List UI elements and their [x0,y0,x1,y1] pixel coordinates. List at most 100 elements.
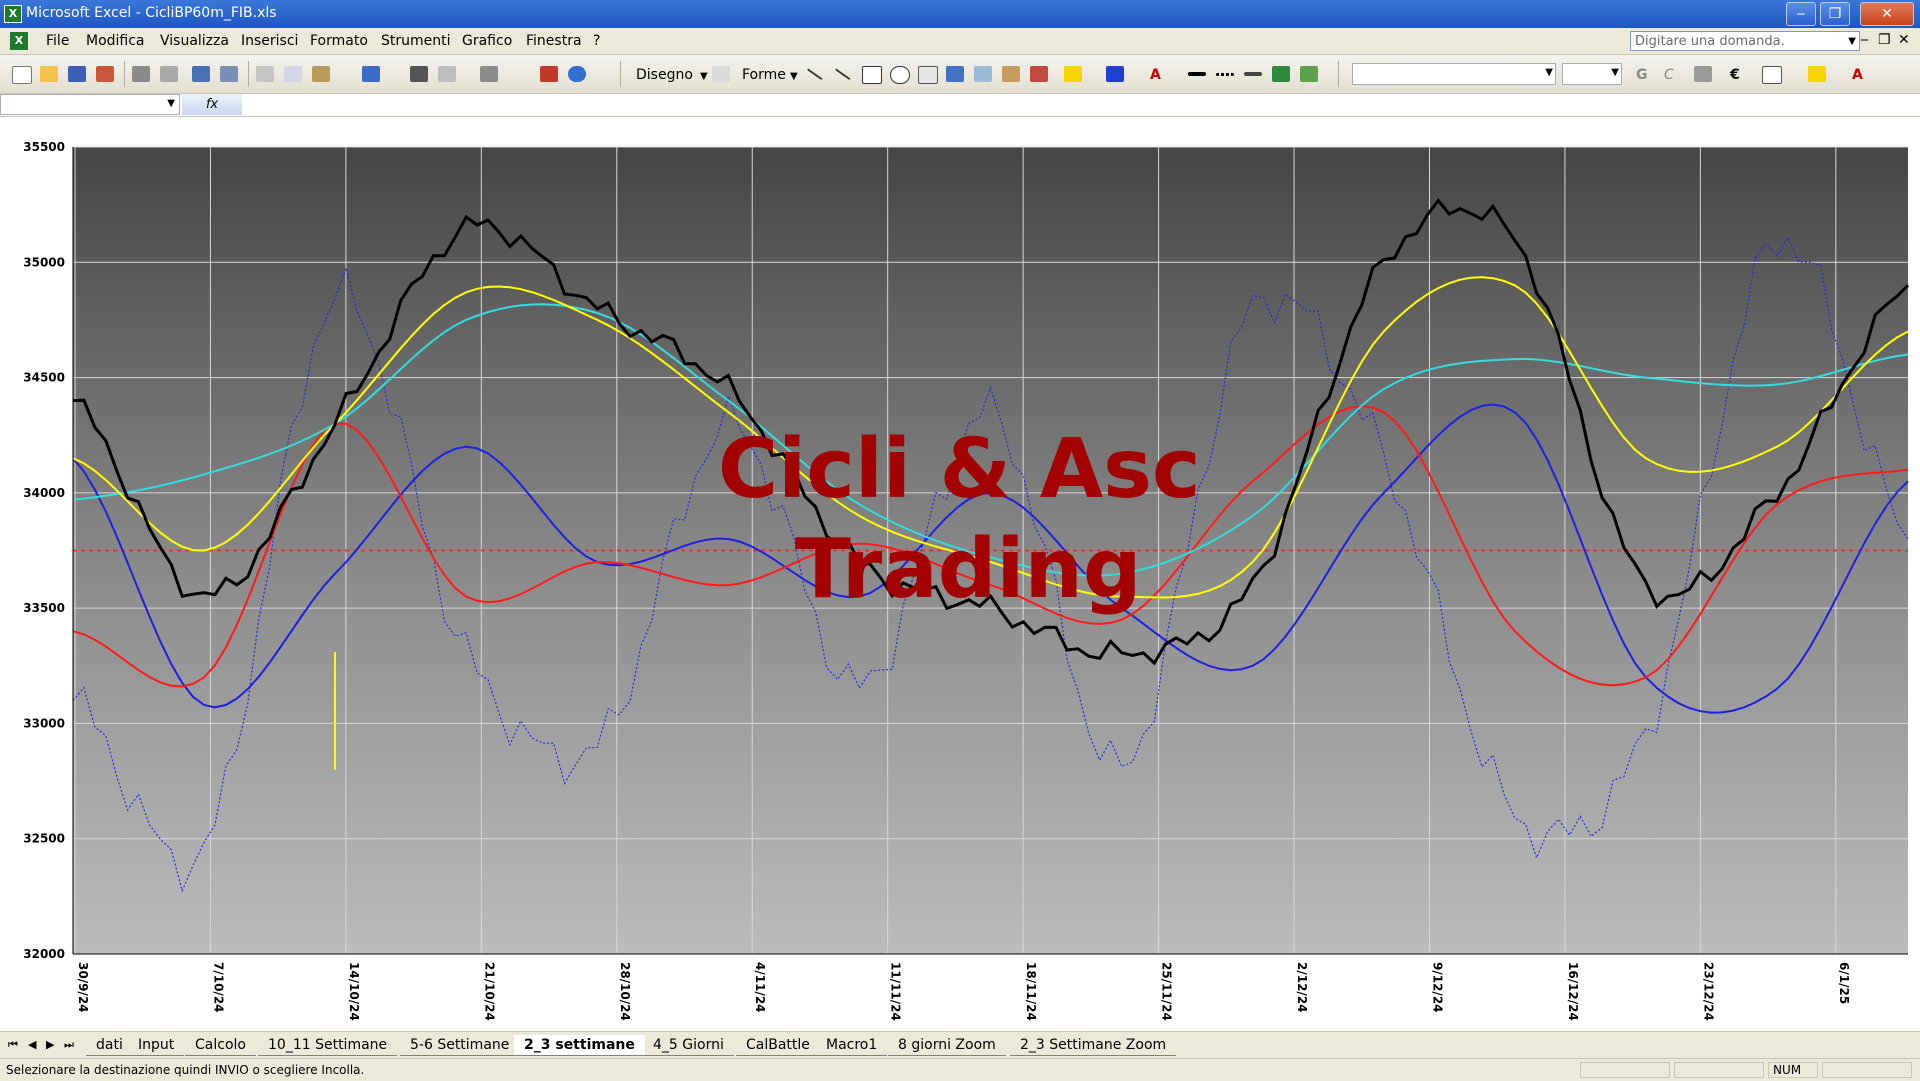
menu-help[interactable]: ? [593,33,600,49]
excel-app-icon: X [4,5,22,23]
x-tick-label: 9/12/24 [1430,962,1444,1013]
ask-question-placeholder: Digitare una domanda. [1635,34,1785,49]
toolbar: Disegno ▼ Forme ▼ A ▼ ▼ G C € A [0,55,1920,94]
arrow-style-icon[interactable] [1244,72,1262,76]
fill-color-icon[interactable] [1064,66,1082,82]
diagram-icon[interactable] [974,66,992,82]
menu-visualizza[interactable]: Visualizza [160,33,229,49]
paste-icon[interactable] [312,66,330,82]
tab-2-3-settimane[interactable]: 2_3 settimane [514,1035,645,1056]
close-button[interactable]: ✕ [1860,2,1914,26]
y-axis-labels: 35500 35000 34500 34000 33500 33000 32500 32000 [23,140,65,961]
font-name-combo[interactable]: ▼ [1352,63,1556,85]
chevron-down-icon[interactable]: ▼ [1611,67,1619,78]
borders-icon[interactable] [1762,66,1782,84]
title-bar: X Microsoft Excel - CicliBP60m_FIB.xls ‒… [0,0,1920,28]
menu-inserisci[interactable]: Inserisci [241,33,298,49]
chevron-down-icon[interactable]: ▼ [1848,32,1856,52]
x-tick-label: 25/11/24 [1160,962,1174,1021]
3d-icon[interactable] [1300,66,1318,82]
name-box[interactable]: ▼ [0,94,180,115]
y-tick-label: 34500 [23,371,65,385]
undo-icon[interactable] [362,66,380,82]
font-color-icon[interactable]: A [1852,67,1863,83]
print-preview-icon[interactable] [160,66,178,82]
tab-first-icon[interactable]: ⏮ [8,1038,18,1052]
tab-input[interactable]: Input [128,1035,185,1056]
tab-8-giorni-zoom[interactable]: 8 giorni Zoom [888,1035,1006,1056]
copy-icon[interactable] [284,66,302,82]
tab-last-icon[interactable]: ⏭ [64,1038,74,1052]
tab-calbattle[interactable]: CalBattle [736,1035,820,1056]
minimize-button[interactable]: ‒ [1786,2,1816,26]
chart-sheet[interactable]: Cicli & Asc Trading 35500 35000 34500 34000… [0,117,1920,1031]
menu-grafico[interactable]: Grafico [462,33,512,49]
highlight-icon[interactable] [1808,66,1826,82]
menu-finestra[interactable]: Finestra [526,33,582,49]
tab-macro1[interactable]: Macro1 [816,1035,888,1056]
x-axis-labels: 30/9/24 7/10/24 14/10/24 21/10/24 28/10/24 4/… [76,962,1851,1021]
ask-question-input[interactable]: Digitare una domanda. ▼ [1630,31,1860,51]
dash-style-icon[interactable] [1216,73,1234,76]
open-icon[interactable] [40,66,58,82]
chevron-down-icon[interactable]: ▼ [167,98,175,109]
function-button[interactable]: fx [182,94,242,115]
arrow-icon[interactable] [834,61,856,81]
select-objects-icon[interactable] [712,66,730,82]
tab-dati[interactable]: dati [86,1035,133,1056]
clipart-icon[interactable] [1002,66,1020,82]
menu-file[interactable]: File [46,33,69,49]
cycle-chart[interactable]: Cicli & Asc Trading 35500 35000 34500 34000… [0,117,1920,1031]
permission-icon[interactable] [96,66,114,82]
insert-hyperlink-icon[interactable] [410,66,428,82]
new-icon[interactable] [12,66,32,84]
tab-2-3-settimane-zoom[interactable]: 2_3 Settimane Zoom [1010,1035,1177,1056]
forme-menu[interactable]: Forme [742,67,786,83]
window-title: Microsoft Excel - CicliBP60m_FIB.xls [26,5,277,21]
research-icon[interactable] [220,66,238,82]
save-icon[interactable] [68,66,86,82]
rectangle-icon[interactable] [862,66,882,84]
tab-calcolo[interactable]: Calcolo [185,1035,256,1056]
oval-icon[interactable] [890,66,910,84]
picture-icon[interactable] [1030,66,1048,82]
cut-icon[interactable] [256,66,274,82]
doc-close-button[interactable]: ✕ [1898,32,1910,48]
align-icon[interactable] [1694,66,1712,82]
textbox-icon[interactable] [918,66,938,84]
tab-prev-icon[interactable]: ◀ [28,1038,36,1051]
shadow-icon[interactable] [1272,66,1290,82]
tab-10-11-settimane[interactable]: 10_11 Settimane [258,1035,398,1056]
tab-next-icon[interactable]: ▶ [46,1038,54,1051]
disegno-menu[interactable]: Disegno [636,67,693,83]
line-color-icon[interactable] [1106,66,1124,82]
spelling-icon[interactable] [192,66,210,82]
tab-4-5-giorni[interactable]: 4_5 Giorni [643,1035,734,1056]
italic-button[interactable]: C [1664,67,1674,83]
menu-formato[interactable]: Formato [310,33,368,49]
print-icon[interactable] [132,66,150,82]
chevron-down-icon[interactable]: ▼ [1545,67,1553,78]
restore-button[interactable]: ❐ [1820,2,1850,26]
sort-icon[interactable] [480,66,498,82]
workbook-icon[interactable]: X [10,32,28,50]
bold-button[interactable]: G [1636,67,1648,83]
menu-modifica[interactable]: Modifica [86,33,145,49]
line-style-icon[interactable] [1188,72,1206,76]
doc-restore-button[interactable]: ❐ [1878,32,1891,48]
tab-5-6-settimane[interactable]: 5-6 Settimane [400,1035,520,1056]
font-color-icon[interactable]: A [1150,67,1161,83]
font-size-combo[interactable]: ▼ [1562,63,1622,85]
chevron-down-icon[interactable]: ▼ [700,71,708,82]
autosum-icon[interactable] [438,66,456,82]
menu-strumenti[interactable]: Strumenti [381,33,451,49]
wordart-icon[interactable] [946,66,964,82]
x-tick-label: 7/10/24 [211,962,225,1013]
x-tick-label: 6/1/25 [1837,962,1851,1004]
euro-button[interactable]: € [1730,67,1740,83]
help-icon[interactable] [568,66,586,82]
line-icon[interactable] [806,61,828,81]
doc-minimize-button[interactable]: ‒ [1860,32,1869,48]
chart-wizard-icon[interactable] [540,66,558,82]
chevron-down-icon[interactable]: ▼ [790,71,798,82]
